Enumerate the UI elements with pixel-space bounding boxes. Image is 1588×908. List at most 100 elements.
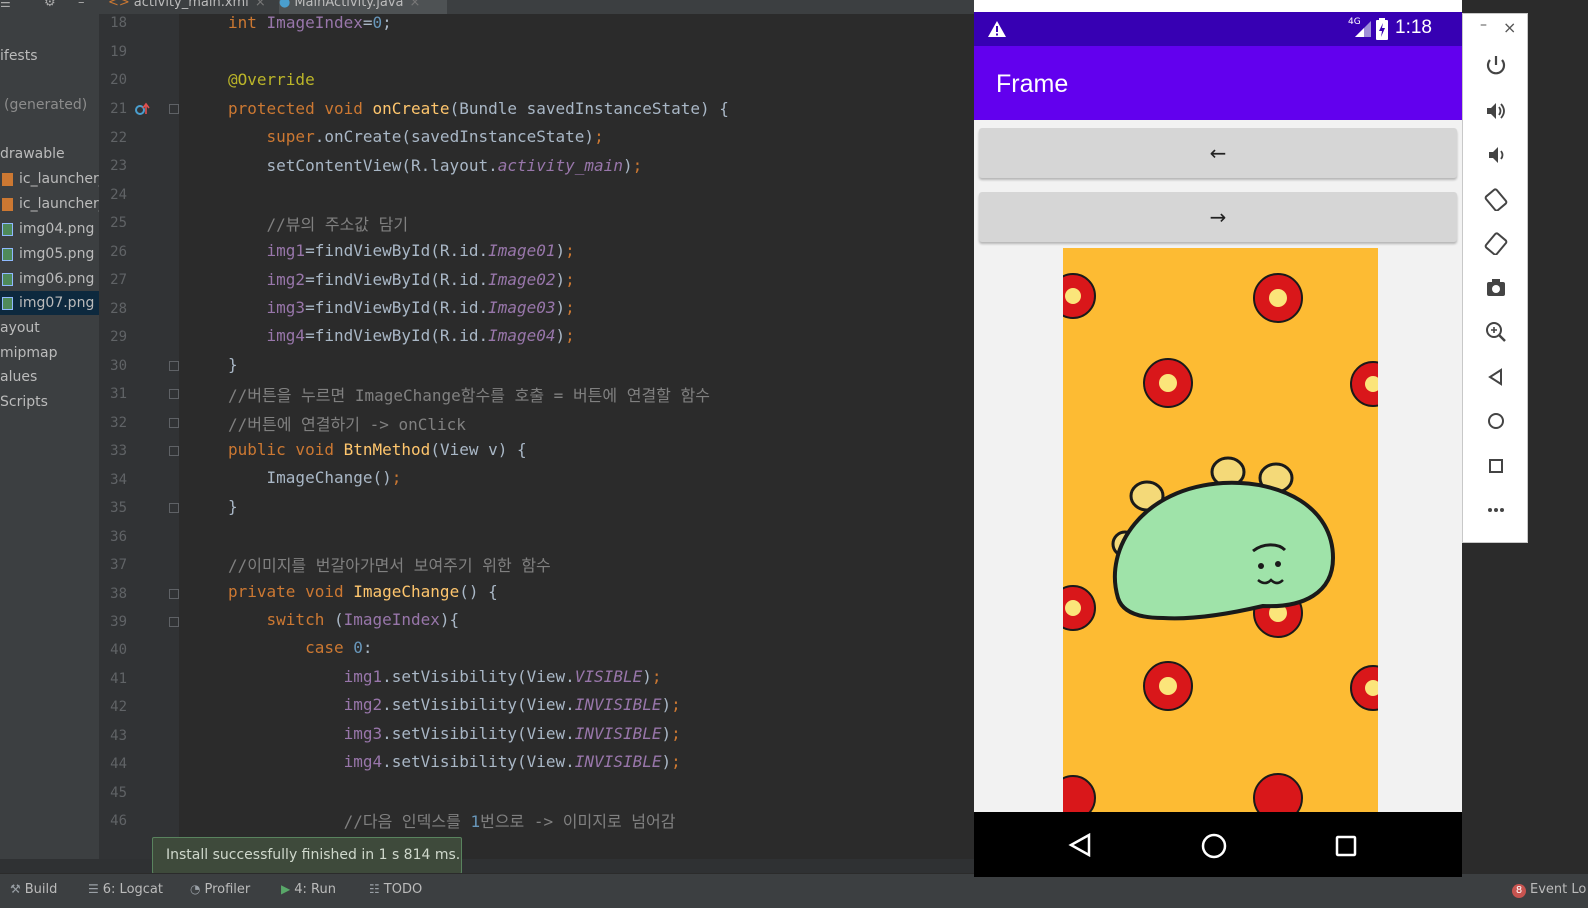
line-number: 31 bbox=[110, 386, 127, 402]
java-class-icon: ● bbox=[279, 0, 291, 10]
project-item-generated[interactable]: (generated) bbox=[4, 93, 87, 117]
line-number: 32 bbox=[110, 415, 127, 431]
tab-activity-main-xml[interactable]: <> activity_main.xml × bbox=[108, 0, 268, 14]
toolwindow-event-log[interactable]: 8 Event Lo bbox=[1512, 882, 1586, 898]
emulator-toolbar: – × bbox=[1462, 13, 1528, 543]
warning-icon bbox=[988, 21, 1006, 37]
minimize-panel-icon[interactable]: – bbox=[78, 0, 92, 14]
recents-icon[interactable] bbox=[1335, 835, 1357, 857]
editor-horizontal-scrollbar[interactable] bbox=[0, 859, 975, 873]
logcat-icon: ☰ bbox=[88, 882, 99, 896]
line-number: 41 bbox=[110, 671, 127, 687]
project-panel: ifests (generated) drawable ic_launcher_… bbox=[0, 14, 99, 859]
code-line: img4=findViewById(R.id.Image04); bbox=[266, 326, 575, 345]
image-file-icon bbox=[2, 247, 13, 261]
line-number: 21 bbox=[110, 101, 127, 117]
project-item-gradle-scripts[interactable]: Scripts bbox=[0, 390, 48, 414]
toolwindow-logcat[interactable]: ☰ 6: Logcat bbox=[88, 882, 163, 897]
close-window-button[interactable]: × bbox=[1503, 18, 1516, 37]
xml-file-icon bbox=[2, 172, 13, 186]
project-item-img05[interactable]: img05.png bbox=[0, 242, 94, 266]
gear-icon[interactable]: ⚙ bbox=[44, 0, 64, 14]
fold-marker-icon[interactable] bbox=[169, 589, 179, 599]
line-number: 45 bbox=[110, 785, 127, 801]
line-number: 42 bbox=[110, 699, 127, 715]
frame-image bbox=[1063, 248, 1378, 812]
minimize-window-button[interactable]: – bbox=[1480, 17, 1487, 33]
project-item-ic-launcher-2[interactable]: ic_launcher_ bbox=[0, 192, 99, 216]
home-icon[interactable] bbox=[1463, 409, 1529, 433]
more-icon[interactable] bbox=[1463, 498, 1529, 522]
home-icon[interactable] bbox=[1201, 833, 1227, 859]
code-line: setContentView(R.layout.activity_main); bbox=[228, 156, 643, 175]
code-line: //버튼을 누르면 ImageChange함수를 호출 = 버튼에 연결할 함수 bbox=[228, 386, 710, 405]
code-line: img2=findViewById(R.id.Image02); bbox=[266, 270, 575, 289]
event-count-badge: 8 bbox=[1512, 884, 1526, 898]
emulator-top-strip bbox=[974, 0, 1462, 12]
fold-marker-icon[interactable] bbox=[169, 104, 179, 114]
prev-image-button[interactable]: ← bbox=[979, 128, 1457, 178]
collapse-icon[interactable]: ☰ bbox=[0, 0, 20, 14]
rotate-left-icon[interactable] bbox=[1463, 187, 1529, 211]
line-number: 23 bbox=[110, 158, 127, 174]
project-item-mipmap[interactable]: mipmap bbox=[0, 341, 58, 365]
close-tab-icon[interactable]: × bbox=[255, 0, 266, 10]
zoom-icon[interactable] bbox=[1463, 320, 1529, 344]
install-success-balloon[interactable]: Install successfully finished in 1 s 814… bbox=[152, 837, 462, 874]
line-number: 19 bbox=[110, 44, 127, 60]
project-item-values[interactable]: alues bbox=[0, 365, 37, 389]
back-icon[interactable] bbox=[1068, 833, 1092, 857]
tab-main-activity-java[interactable]: ● MainActivity.java × bbox=[279, 0, 447, 14]
code-line: img1=findViewById(R.id.Image01); bbox=[266, 241, 575, 260]
project-item-img04[interactable]: img04.png bbox=[0, 217, 94, 241]
project-item-ic-launcher-1[interactable]: ic_launcher_ bbox=[0, 167, 99, 191]
project-item-img06[interactable]: img06.png bbox=[0, 267, 94, 291]
gauge-icon: ◔ bbox=[190, 882, 201, 896]
fold-marker-icon[interactable] bbox=[169, 418, 179, 428]
code-line: switch (ImageIndex){ bbox=[266, 610, 460, 629]
project-item-manifests[interactable]: ifests bbox=[0, 44, 38, 68]
fold-marker-icon[interactable] bbox=[169, 503, 179, 513]
fold-marker-icon[interactable] bbox=[169, 361, 179, 371]
android-nav-bar bbox=[974, 812, 1462, 877]
close-tab-icon[interactable]: × bbox=[410, 0, 421, 10]
editor-tab-bar: ☰ ⚙ – <> activity_main.xml × ● MainActivity… bbox=[0, 0, 975, 14]
rotate-right-icon[interactable] bbox=[1463, 231, 1529, 255]
hammer-icon: ⚒ bbox=[10, 882, 21, 896]
line-number: 35 bbox=[110, 500, 127, 516]
line-number: 26 bbox=[110, 244, 127, 260]
line-number: 38 bbox=[110, 586, 127, 602]
volume-up-icon[interactable] bbox=[1463, 99, 1529, 123]
next-image-button[interactable]: → bbox=[979, 192, 1457, 242]
fold-marker-icon[interactable] bbox=[169, 446, 179, 456]
toolwindow-todo[interactable]: ☷ TODO bbox=[369, 882, 422, 897]
camera-icon[interactable] bbox=[1463, 276, 1529, 300]
power-icon[interactable] bbox=[1463, 54, 1529, 78]
line-number: 20 bbox=[110, 72, 127, 88]
tool-window-bar: ⚒ Build ☰ 6: Logcat ◔ Profiler ▶ 4: Run ☷ TOD… bbox=[0, 873, 1588, 908]
code-line: case 0: bbox=[305, 638, 373, 657]
line-number: 33 bbox=[110, 443, 127, 459]
signal-icon bbox=[1355, 21, 1371, 37]
app-title: Frame bbox=[996, 70, 1069, 98]
line-number: 37 bbox=[110, 557, 127, 573]
status-time: 1:18 bbox=[1395, 17, 1432, 38]
emulator-screen: 4G 1:18 Frame ← → bbox=[974, 0, 1462, 877]
code-line: img3=findViewById(R.id.Image03); bbox=[266, 298, 575, 317]
line-number: 34 bbox=[110, 472, 127, 488]
status-bar: 4G 1:18 bbox=[974, 12, 1462, 46]
toolwindow-build[interactable]: ⚒ Build bbox=[10, 882, 57, 897]
toolwindow-profiler[interactable]: ◔ Profiler bbox=[190, 882, 250, 897]
line-number: 29 bbox=[110, 329, 127, 345]
back-icon[interactable] bbox=[1463, 365, 1529, 389]
project-item-layout[interactable]: ayout bbox=[0, 316, 40, 340]
overview-icon[interactable] bbox=[1463, 454, 1529, 478]
project-item-drawable[interactable]: drawable bbox=[0, 142, 65, 166]
toolwindow-run[interactable]: ▶ 4: Run bbox=[281, 882, 336, 897]
volume-down-icon[interactable] bbox=[1463, 143, 1529, 167]
run-icon: ▶ bbox=[281, 882, 291, 896]
project-item-img07[interactable]: img07.png bbox=[0, 291, 99, 315]
override-marker-icon[interactable] bbox=[135, 102, 151, 116]
fold-marker-icon[interactable] bbox=[169, 389, 179, 399]
fold-marker-icon[interactable] bbox=[169, 617, 179, 627]
